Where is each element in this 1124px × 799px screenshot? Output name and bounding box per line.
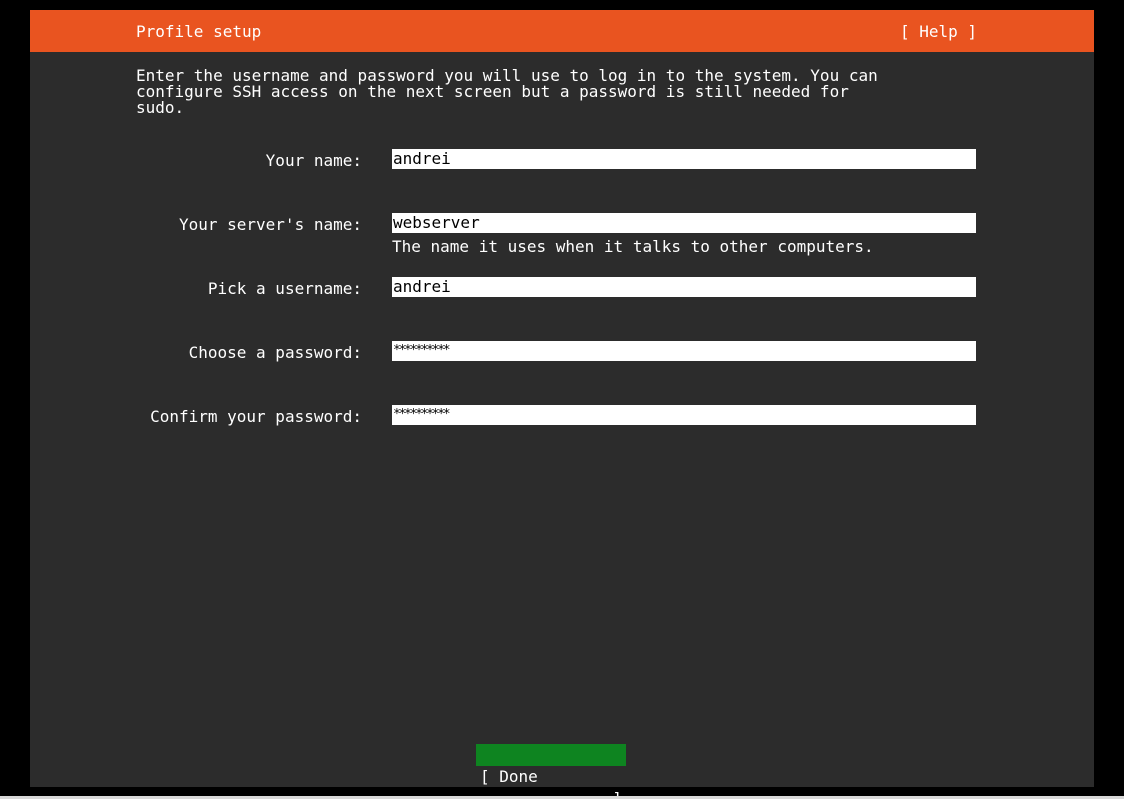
- header-bar: Profile setup [ Help ]: [30, 10, 1094, 52]
- password-field[interactable]: **********: [392, 341, 976, 361]
- server-name-hint: The name it uses when it talks to other …: [392, 237, 874, 256]
- intro-text: Enter the username and password you will…: [136, 66, 878, 117]
- confirm-password-field[interactable]: **********: [392, 405, 976, 425]
- your-name-field[interactable]: andrei: [392, 149, 976, 169]
- installer-screen: Profile setup [ Help ] Enter the usernam…: [30, 10, 1094, 799]
- password-label: Choose a password:: [188, 343, 362, 362]
- confirm-password-label: Confirm your password:: [150, 407, 362, 426]
- username-field[interactable]: andrei: [392, 277, 976, 297]
- done-button-label: [ Done: [480, 767, 538, 786]
- server-name-field[interactable]: webserver: [392, 213, 976, 233]
- username-label: Pick a username:: [207, 279, 362, 298]
- server-name-label: Your server's name:: [178, 215, 362, 234]
- your-name-label: Your name:: [265, 151, 362, 170]
- help-button[interactable]: [ Help ]: [900, 24, 977, 40]
- page-title: Profile setup: [136, 22, 262, 41]
- done-button[interactable]: [ Done ]: [476, 744, 626, 799]
